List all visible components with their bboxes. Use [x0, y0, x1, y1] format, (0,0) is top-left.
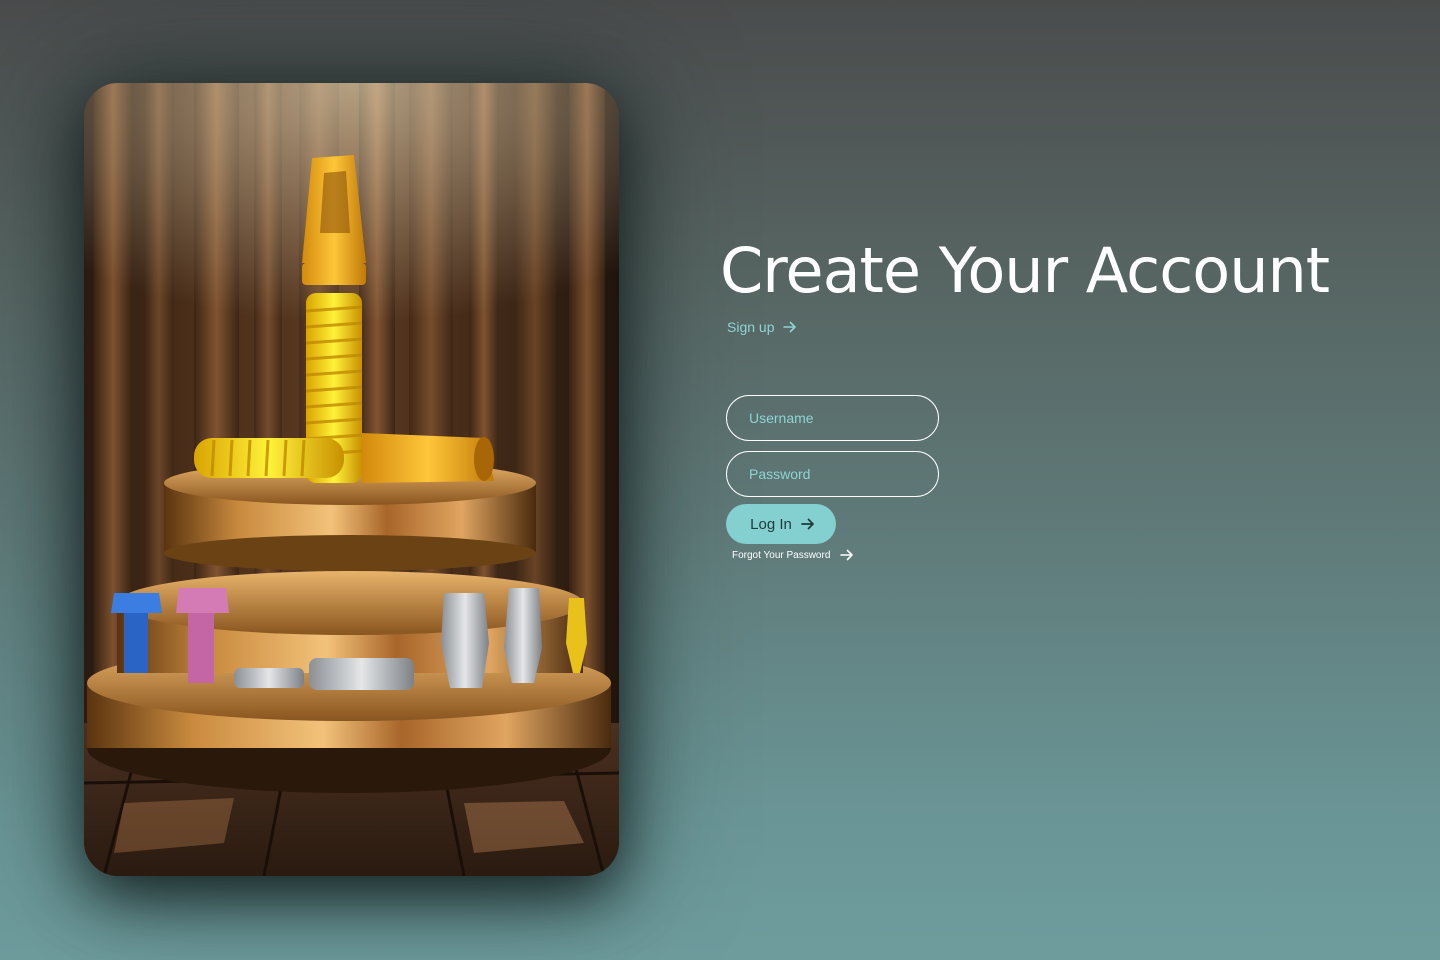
login-label: Log In — [750, 515, 792, 533]
forgot-password-link[interactable]: Forgot Your Password — [732, 547, 855, 563]
login-button[interactable]: Log In — [726, 504, 836, 544]
password-input[interactable] — [726, 451, 939, 497]
signup-link[interactable]: Sign up — [727, 319, 798, 335]
arrow-right-icon — [839, 547, 855, 563]
username-input[interactable] — [726, 395, 939, 441]
signup-label: Sign up — [727, 319, 775, 335]
forgot-password-label: Forgot Your Password — [732, 549, 831, 561]
arrow-right-icon — [782, 319, 798, 335]
arrow-right-icon — [800, 516, 816, 532]
hero-image — [84, 83, 619, 876]
page-title: Create Your Account — [720, 234, 1330, 307]
